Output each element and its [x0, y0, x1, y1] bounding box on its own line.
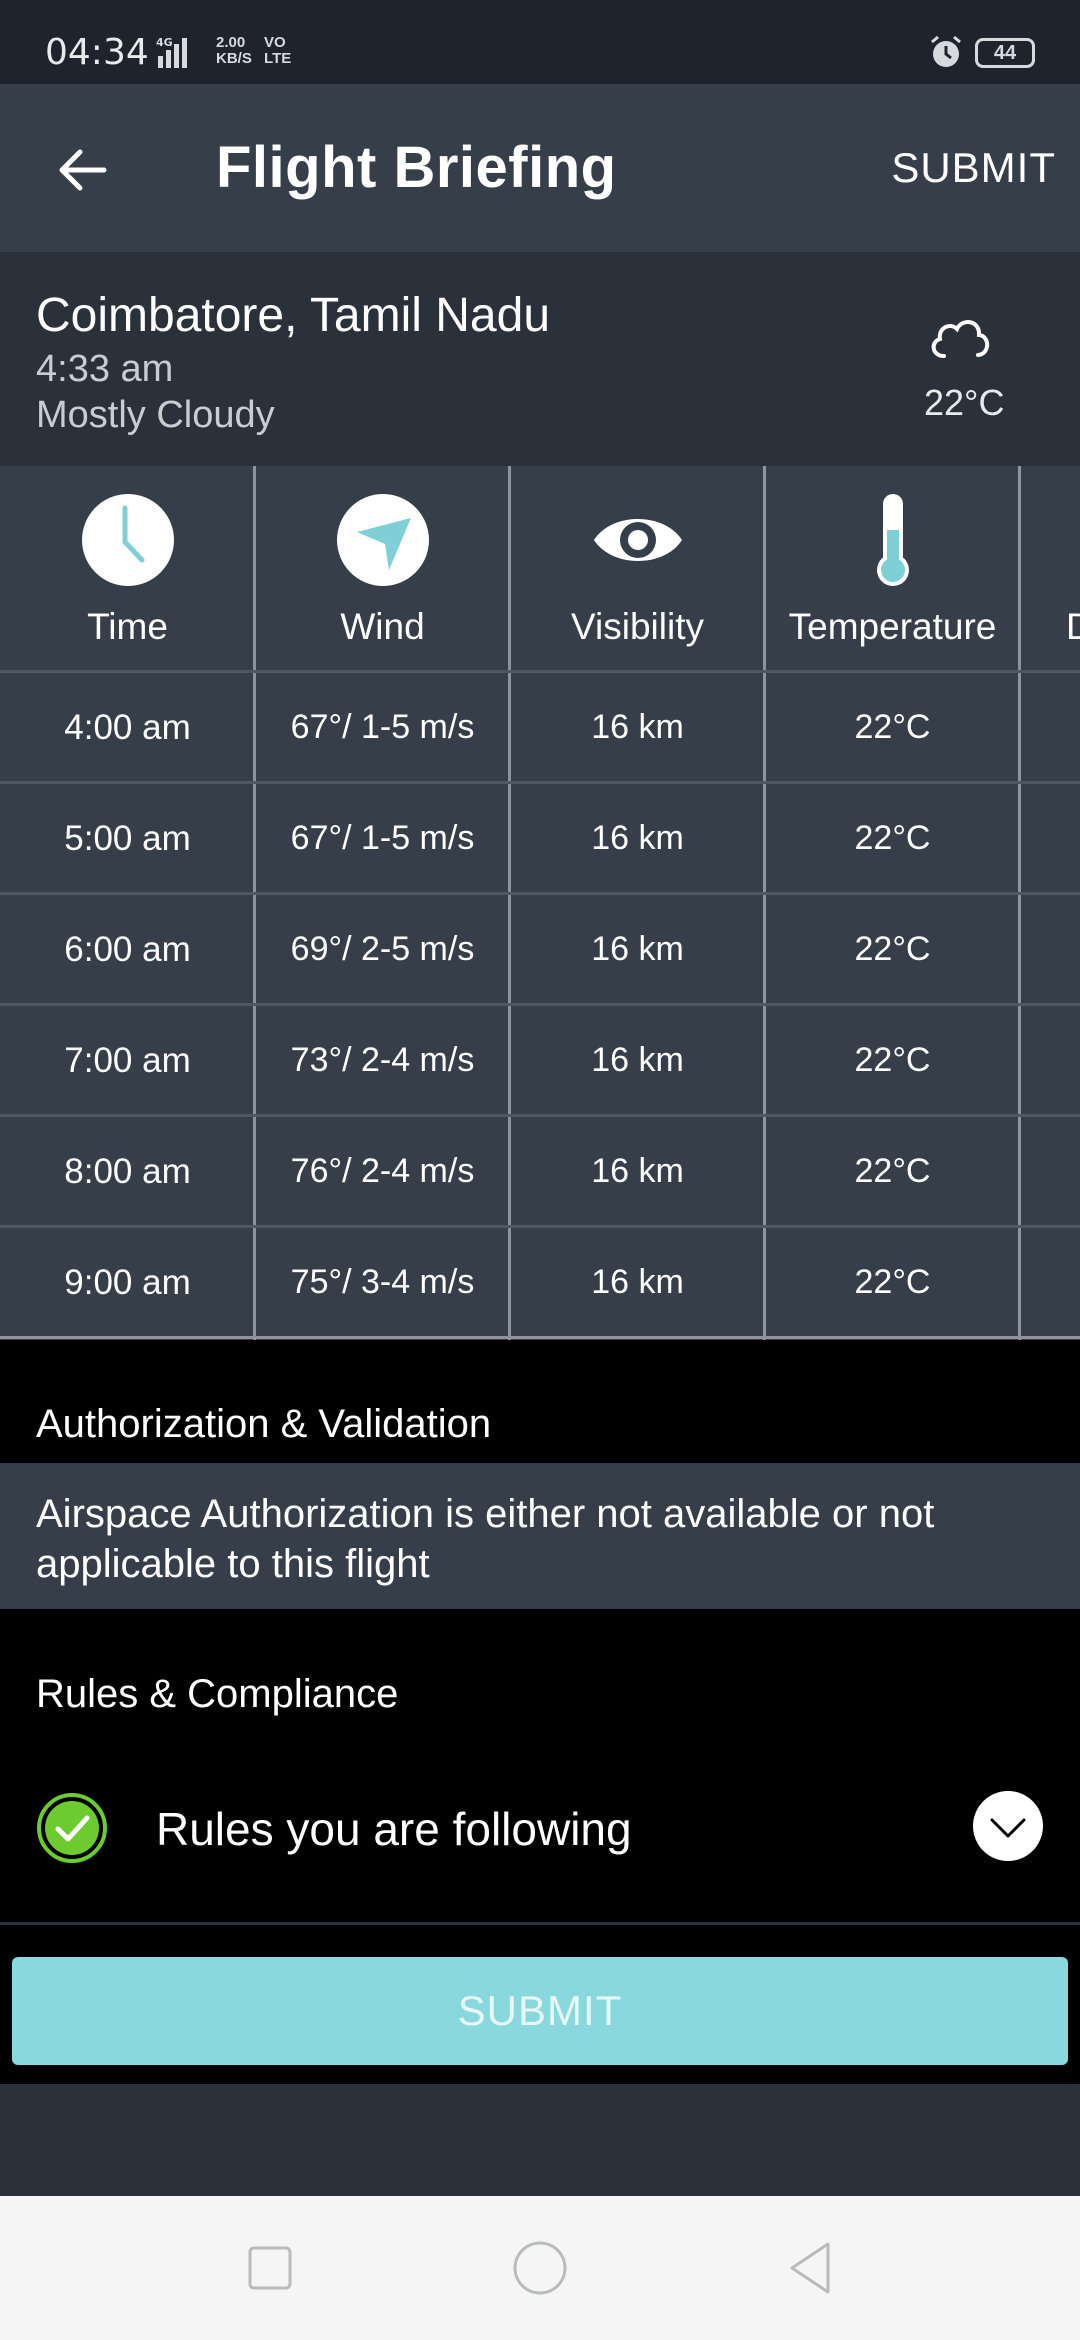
weather-condition: Mostly Cloudy: [36, 394, 275, 436]
signal-icon: 4G: [156, 36, 187, 68]
battery-indicator: 44: [975, 38, 1035, 68]
wind-direction-icon: [337, 494, 429, 586]
table-cell-visibility: 16 km: [591, 819, 684, 857]
alarm-icon: [931, 35, 961, 67]
table-cell-temperature: 22°C: [854, 1041, 931, 1079]
table-cell-time: 9:00 am: [64, 1263, 191, 1302]
authorization-message: Airspace Authorization is either not ava…: [36, 1492, 935, 1586]
location-name: Coimbatore, Tamil Nadu: [36, 289, 551, 342]
table-cell-wind: 76°/ 2-4 m/s: [290, 1152, 475, 1190]
table-cell-time: 8:00 am: [64, 1152, 191, 1191]
table-cell-time: 7:00 am: [64, 1041, 191, 1080]
page-title: Flight Briefing: [216, 135, 617, 200]
authorization-heading: Authorization & Validation: [36, 1402, 492, 1446]
volte-bottom: LTE: [264, 50, 292, 67]
table-cell-time: 6:00 am: [64, 930, 191, 969]
table-cell-temperature: 22°C: [854, 1263, 931, 1301]
table-cell-temperature: 22°C: [854, 930, 931, 968]
check-circle-icon: [37, 1793, 107, 1863]
table-cell-temperature: 22°C: [854, 1152, 931, 1190]
eye-icon: [594, 519, 682, 561]
column-header-time: Time: [0, 466, 255, 672]
table-cell-visibility: 16 km: [591, 708, 684, 746]
rules-heading: Rules & Compliance: [36, 1672, 399, 1716]
column-header-wind: Wind: [255, 466, 510, 672]
table-cell-visibility: 16 km: [591, 1263, 684, 1301]
table-cell-wind: 67°/ 1-5 m/s: [290, 819, 475, 857]
thermometer-icon: [877, 494, 909, 586]
network-speed: 2.00 KB/S VO LTE: [216, 35, 299, 67]
submit-header-button[interactable]: SUBMIT: [891, 144, 1056, 192]
current-temperature: 22°C: [924, 382, 1005, 423]
table-cell-wind: 67°/ 1-5 m/s: [290, 708, 475, 746]
home-icon[interactable]: [508, 2236, 572, 2300]
forecast-table[interactable]: Time Wind Visibility Temperature D 4:00 …: [0, 466, 1080, 1340]
table-cell-wind: 69°/ 2-5 m/s: [290, 930, 475, 968]
rules-following-label: Rules you are following: [156, 1803, 632, 1855]
table-cell-wind: 75°/ 3-4 m/s: [290, 1263, 475, 1301]
back-arrow-icon[interactable]: [52, 140, 112, 200]
clock-icon: [82, 494, 174, 586]
status-bar: 04:34 4G 2.00 KB/S VO LTE 44: [0, 0, 1080, 84]
recent-apps-icon[interactable]: [238, 2236, 302, 2300]
system-navigation-bar: [0, 2196, 1080, 2340]
location-summary: Coimbatore, Tamil Nadu 4:33 am Mostly Cl…: [0, 252, 1080, 466]
table-cell-visibility: 16 km: [591, 1041, 684, 1079]
back-nav-icon[interactable]: [778, 2236, 842, 2300]
app-bar: Flight Briefing SUBMIT: [0, 84, 1080, 252]
status-time: 04:34: [45, 32, 149, 73]
column-header-temperature: Temperature: [765, 466, 1020, 672]
table-cell-time: 4:00 am: [64, 708, 191, 747]
table-cell-temperature: 22°C: [854, 708, 931, 746]
table-cell-time: 5:00 am: [64, 819, 191, 858]
rules-following-row[interactable]: Rules you are following: [0, 1786, 1080, 1876]
table-cell-visibility: 16 km: [591, 930, 684, 968]
cloud-icon: [931, 320, 990, 358]
column-header-partial: D: [1066, 606, 1080, 647]
table-cell-temperature: 22°C: [854, 819, 931, 857]
speed-unit: KB/S: [216, 50, 252, 67]
chevron-down-icon[interactable]: [972, 1790, 1044, 1862]
volte-top: VO: [264, 34, 286, 51]
authorization-message-box: Airspace Authorization is either not ava…: [0, 1463, 1080, 1609]
table-cell-visibility: 16 km: [591, 1152, 684, 1190]
table-cell-wind: 73°/ 2-4 m/s: [290, 1041, 475, 1079]
divider: [0, 1922, 1080, 1925]
speed-value: 2.00: [216, 34, 246, 51]
submit-button[interactable]: SUBMIT: [12, 1957, 1068, 2065]
location-time: 4:33 am: [36, 348, 174, 390]
bottom-spacer: [0, 2084, 1080, 2196]
column-header-visibility: Visibility: [510, 466, 765, 672]
network-type: 4G: [156, 36, 173, 49]
